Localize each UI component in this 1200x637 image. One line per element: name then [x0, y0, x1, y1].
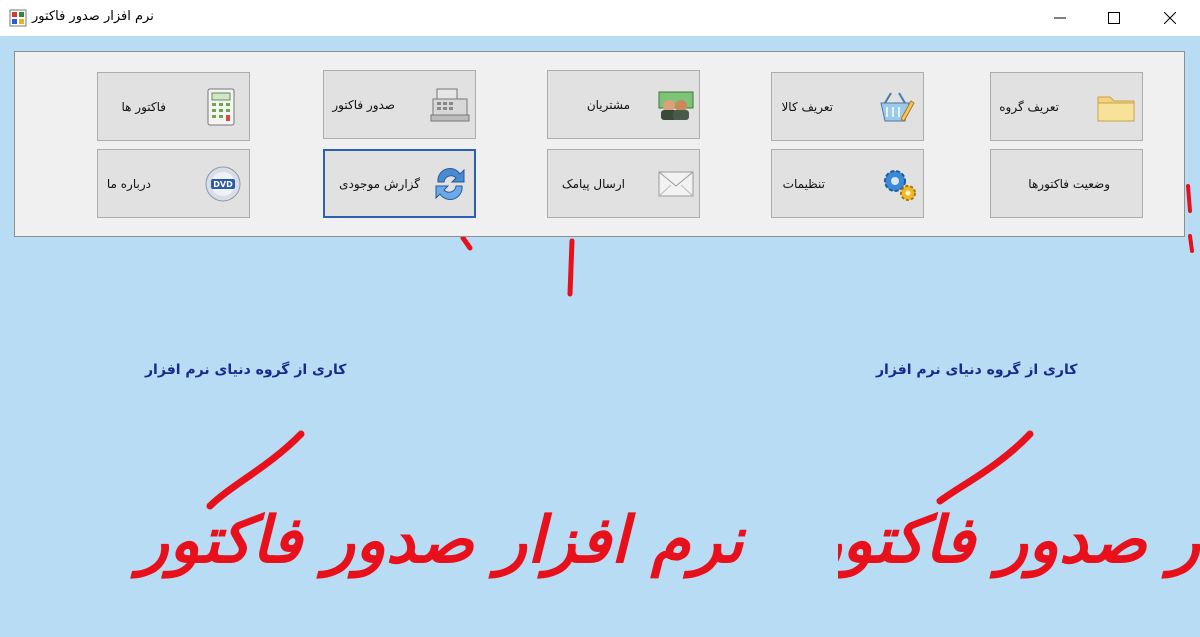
maximize-button[interactable] — [1086, 0, 1142, 36]
watermark-text: ر صدور فاکتور — [838, 504, 1200, 596]
title-bar[interactable]: نرم افزار صدور فاکتور — [0, 0, 1200, 36]
inventory-report-button[interactable]: گزارش موجودی — [323, 149, 476, 218]
invoices-button[interactable]: فاکتور ها — [97, 72, 250, 141]
dvd-icon: DVD — [205, 166, 241, 201]
send-sms-button[interactable]: ارسال پیامک — [547, 149, 700, 218]
tile-label: تنظیمات — [782, 176, 825, 191]
window-title: نرم افزار صدور فاکتور — [32, 9, 154, 24]
envelope-icon — [658, 171, 694, 196]
minimize-button[interactable] — [1032, 0, 1088, 36]
group-definition-button[interactable]: تعریف گروه — [990, 72, 1143, 141]
tile-label: وضعیت فاکتورها — [1028, 176, 1110, 191]
shopping-basket-icon — [880, 91, 915, 122]
tile-label: صدور فاکتور — [332, 97, 395, 112]
invoice-status-button[interactable]: وضعیت فاکتورها — [990, 149, 1143, 218]
customers-button[interactable]: مشتریان — [547, 70, 700, 139]
tile-label: مشتریان — [586, 97, 630, 112]
close-button[interactable] — [1142, 0, 1198, 36]
tile-label: تعریف کالا — [781, 99, 833, 114]
close-icon — [1164, 12, 1176, 24]
calculator-icon — [207, 88, 235, 125]
app-icon — [9, 9, 27, 27]
branding-right: ر صدور فاکتور — [838, 504, 1200, 578]
issue-invoice-button[interactable]: صدور فاکتور — [323, 70, 476, 139]
tile-label: درباره ما — [106, 176, 151, 191]
tagline-left: کاری از گروه دنیای نرم افزار — [145, 362, 347, 378]
tile-label: گزارش موجودی — [339, 176, 420, 191]
tagline-right: کاری از گروه دنیای نرم افزار — [876, 362, 1078, 378]
menu-panel: تعریف گروه تعریف کالا مشتریان صدور فاکتو… — [14, 51, 1185, 237]
settings-button[interactable]: تنظیمات — [771, 149, 924, 218]
customers-money-icon — [658, 91, 694, 120]
about-us-button[interactable]: درباره ما DVD — [97, 149, 250, 218]
refresh-icon — [435, 167, 465, 200]
tile-label: تعریف گروه — [999, 99, 1059, 114]
tile-label: فاکتور ها — [121, 99, 166, 114]
gears-icon — [884, 169, 916, 201]
cash-register-icon — [430, 88, 470, 121]
main-window-client: ر صدور فاکتور نرم افزار صدور فاکتور کاری… — [0, 36, 1200, 637]
maximize-icon — [1108, 12, 1120, 24]
folder-icon — [1097, 96, 1135, 121]
tile-label: ارسال پیامک — [561, 176, 625, 191]
svg-text:DVD: DVD — [213, 180, 233, 189]
product-definition-button[interactable]: تعریف کالا — [771, 72, 924, 141]
minimize-icon — [1054, 17, 1066, 19]
branding-left: نرم افزار صدور فاکتور — [138, 504, 744, 578]
